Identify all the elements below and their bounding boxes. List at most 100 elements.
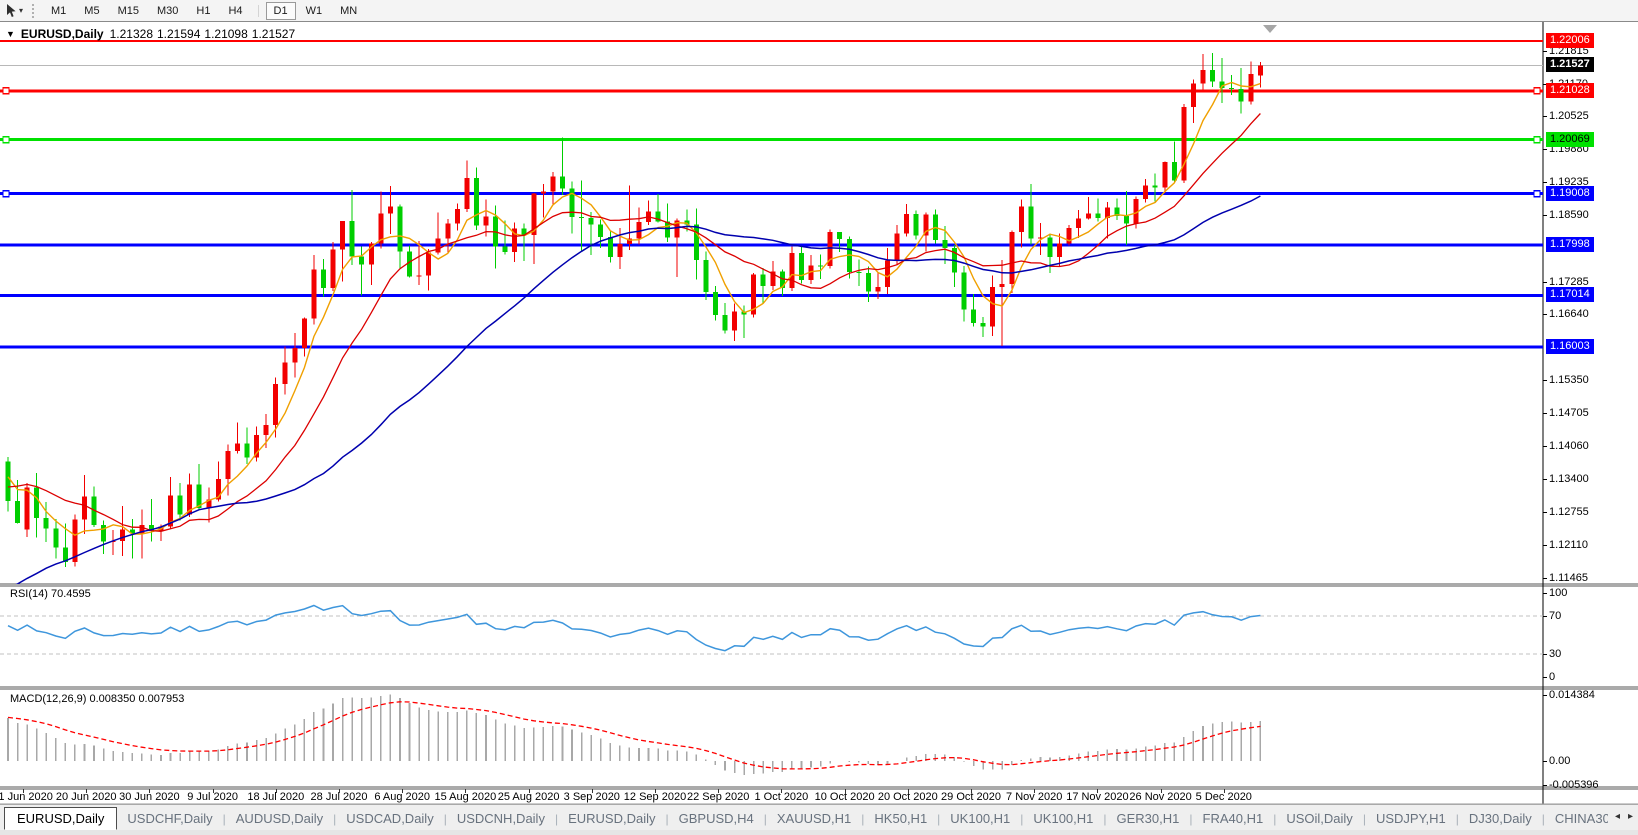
candle xyxy=(560,176,565,188)
timeframe-button-w1[interactable]: W1 xyxy=(298,2,331,20)
price-axis-tick: 1.12110 xyxy=(1549,539,1588,551)
chart-symbol-label: EURUSD,Daily xyxy=(21,27,104,41)
candle xyxy=(225,451,230,479)
date-axis-tickmark xyxy=(149,789,150,793)
timeframe-button-m30[interactable]: M30 xyxy=(149,2,186,20)
level-line-handle[interactable] xyxy=(3,137,9,143)
price-level-label: 1.17014 xyxy=(1546,287,1594,302)
level-line-handle[interactable] xyxy=(3,191,9,197)
timeframe-button-m1[interactable]: M1 xyxy=(43,2,74,20)
cursor-tool-icon[interactable] xyxy=(6,4,17,18)
date-axis-tickmark xyxy=(402,789,403,793)
symbol-tab-eurusd-daily[interactable]: EURUSD,Daily xyxy=(4,807,117,830)
price-level-label: 1.16003 xyxy=(1546,339,1594,354)
candle xyxy=(579,217,584,218)
timeframe-button-m15[interactable]: M15 xyxy=(110,2,147,20)
price-level-label: 1.20069 xyxy=(1546,132,1594,147)
candle xyxy=(608,237,613,257)
rsi-value: 70.4595 xyxy=(51,588,91,600)
symbol-tab-uk100-h1[interactable]: UK100,H1 xyxy=(940,808,1020,829)
candle xyxy=(82,497,87,520)
candle xyxy=(856,272,861,273)
rsi-line xyxy=(8,606,1260,651)
candle xyxy=(541,192,546,194)
candles-layer xyxy=(6,53,1263,567)
symbol-tab-usoil-daily[interactable]: USOil,Daily xyxy=(1276,808,1362,829)
symbol-tab-usdjpy-h1[interactable]: USDJPY,H1 xyxy=(1366,808,1456,829)
price-axis-tick: 1.11465 xyxy=(1549,572,1588,584)
rsi-axis-tick: 0 xyxy=(1549,671,1555,683)
price-axis-tickmark xyxy=(1543,149,1547,150)
symbol-tab-xauusd-h1[interactable]: XAUUSD,H1 xyxy=(767,808,861,829)
candle xyxy=(1153,185,1158,187)
price-axis-tick: 1.16640 xyxy=(1549,308,1589,320)
timeframe-button-d1[interactable]: D1 xyxy=(266,2,296,20)
chart-title: ▼ EURUSD,Daily 1.21328 1.21594 1.21098 1… xyxy=(6,27,295,41)
candle xyxy=(1229,88,1234,89)
candle xyxy=(311,270,316,319)
candle xyxy=(1057,244,1062,257)
candle xyxy=(1124,216,1129,224)
candle xyxy=(321,270,326,288)
ma-fast-line xyxy=(8,83,1260,536)
price-axis-tickmark xyxy=(1543,116,1547,117)
symbol-tab-china300-h1[interactable]: CHINA300,H1 xyxy=(1545,808,1608,829)
symbol-tab-fra40-h1[interactable]: FRA40,H1 xyxy=(1193,808,1274,829)
symbol-tab-hk50-h1[interactable]: HK50,H1 xyxy=(864,808,937,829)
level-line-handle[interactable] xyxy=(3,88,9,94)
candle xyxy=(703,260,708,292)
candle xyxy=(101,525,106,542)
price-chart-canvas[interactable] xyxy=(0,22,1638,805)
date-axis-tickmark xyxy=(1161,789,1162,793)
chart-tabs: EURUSD,DailyUSDCHF,Daily|AUDUSD,Daily|US… xyxy=(4,807,1608,830)
candle xyxy=(1162,162,1167,187)
macd-indicator-label: MACD(12,26,9) 0.008350 0.007953 xyxy=(10,693,184,705)
symbol-tab-usdcnh-daily[interactable]: USDCNH,Daily xyxy=(447,808,555,829)
candle xyxy=(25,488,30,530)
symbol-tab-ger30-h1[interactable]: GER30,H1 xyxy=(1107,808,1190,829)
chart-shift-marker-icon[interactable] xyxy=(1263,25,1277,33)
candle xyxy=(761,275,766,286)
candle xyxy=(904,214,909,233)
symbol-tab-gbpusd-h4[interactable]: GBPUSD,H4 xyxy=(669,808,764,829)
price-axis-tickmark xyxy=(1543,446,1547,447)
timeframe-button-mn[interactable]: MN xyxy=(332,2,365,20)
date-axis-tickmark xyxy=(781,789,782,793)
date-axis-label[interactable]: 11 Jun 2020 xyxy=(0,791,53,803)
symbol-tab-dj30-daily[interactable]: DJ30,Daily xyxy=(1459,808,1542,829)
date-axis-tickmark xyxy=(465,789,466,793)
candle xyxy=(818,265,823,266)
rsi-axis-tickmark xyxy=(1543,593,1547,594)
toolbar-grip[interactable] xyxy=(32,4,34,18)
date-axis-tickmark xyxy=(592,789,593,793)
symbol-tab-uk100-h1[interactable]: UK100,H1 xyxy=(1023,808,1103,829)
candle xyxy=(665,222,670,238)
symbol-tab-audusd-daily[interactable]: AUDUSD,Daily xyxy=(226,808,333,829)
price-axis-tickmark xyxy=(1543,215,1547,216)
candle xyxy=(1258,65,1263,75)
tab-scroll-left-icon[interactable]: ◂ xyxy=(1615,811,1620,822)
level-line-handle[interactable] xyxy=(1534,191,1540,197)
candle xyxy=(350,221,355,256)
date-axis-tickmark xyxy=(86,789,87,793)
candle xyxy=(6,462,11,501)
level-line-handle[interactable] xyxy=(1534,137,1540,143)
timeframe-button-h4[interactable]: H4 xyxy=(220,2,250,20)
cursor-tool-dropdown-icon[interactable]: ▾ xyxy=(19,6,23,15)
price-axis-tickmark xyxy=(1543,512,1547,513)
tab-scroll-right-icon[interactable]: ▸ xyxy=(1628,811,1633,822)
price-axis-tick: 1.14060 xyxy=(1549,440,1589,452)
quote-open: 1.21328 xyxy=(110,27,153,41)
date-axis-tickmark xyxy=(1224,789,1225,793)
level-line-handle[interactable] xyxy=(1534,88,1540,94)
timeframe-button-h1[interactable]: H1 xyxy=(188,2,218,20)
timeframe-button-m5[interactable]: M5 xyxy=(76,2,107,20)
symbol-tab-usdcad-daily[interactable]: USDCAD,Daily xyxy=(336,808,443,829)
chart-title-dropdown-icon[interactable]: ▼ xyxy=(6,29,15,39)
quote-low: 1.21098 xyxy=(204,27,247,41)
symbol-tab-usdchf-daily[interactable]: USDCHF,Daily xyxy=(117,808,222,829)
price-axis-tick: 1.18590 xyxy=(1549,209,1589,221)
symbol-tab-eurusd-daily[interactable]: EURUSD,Daily xyxy=(558,808,665,829)
candle xyxy=(723,315,728,331)
macd-histogram xyxy=(8,695,1260,775)
